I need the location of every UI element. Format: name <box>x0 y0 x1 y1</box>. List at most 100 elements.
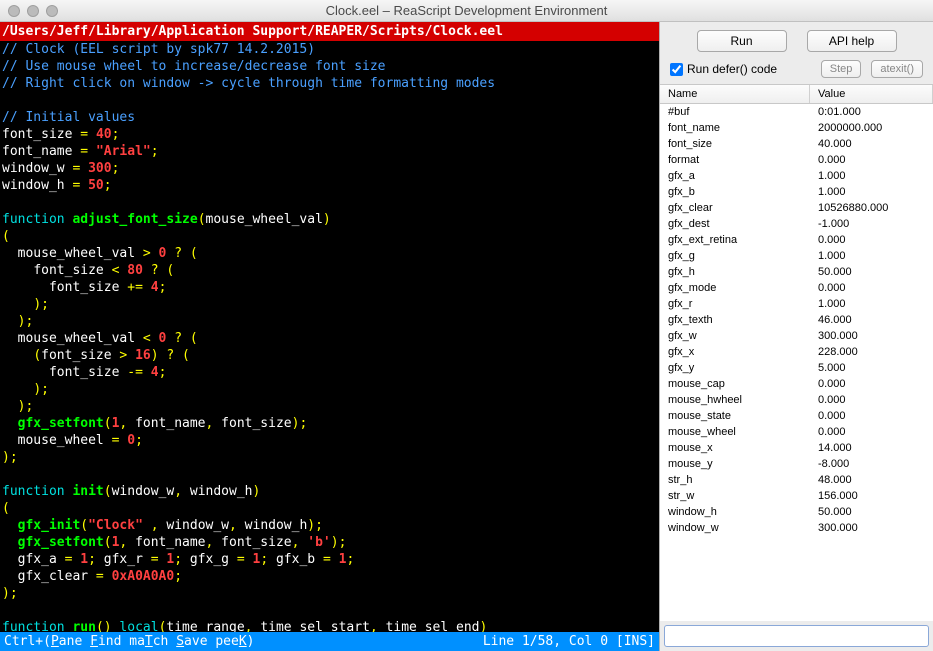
variable-row[interactable]: gfx_x228.000 <box>660 344 933 360</box>
var-name: font_size <box>660 136 810 152</box>
var-name: str_h <box>660 472 810 488</box>
var-value: 1.000 <box>810 168 933 184</box>
variable-row[interactable]: gfx_w300.000 <box>660 328 933 344</box>
titlebar: Clock.eel – ReaScript Development Enviro… <box>0 0 933 22</box>
var-name: gfx_y <box>660 360 810 376</box>
run-defer-input[interactable] <box>670 63 683 76</box>
variable-row[interactable]: font_name2000000.000 <box>660 120 933 136</box>
variable-body: #buf0:01.000font_name2000000.000font_siz… <box>660 104 933 536</box>
variable-row[interactable]: str_h48.000 <box>660 472 933 488</box>
var-name: gfx_r <box>660 296 810 312</box>
var-value: 228.000 <box>810 344 933 360</box>
var-name: gfx_w <box>660 328 810 344</box>
run-button[interactable]: Run <box>697 30 787 52</box>
var-value: 0.000 <box>810 392 933 408</box>
var-name: format <box>660 152 810 168</box>
var-value: 50.000 <box>810 504 933 520</box>
var-name: #buf <box>660 104 810 120</box>
variable-row[interactable]: gfx_y5.000 <box>660 360 933 376</box>
var-value: 0.000 <box>810 232 933 248</box>
var-value: 156.000 <box>810 488 933 504</box>
file-path: /Users/Jeff/Library/Application Support/… <box>0 22 659 41</box>
var-value: 0.000 <box>810 408 933 424</box>
variable-row[interactable]: gfx_dest-1.000 <box>660 216 933 232</box>
var-name: mouse_y <box>660 456 810 472</box>
var-name: mouse_state <box>660 408 810 424</box>
var-name: gfx_x <box>660 344 810 360</box>
var-name: gfx_b <box>660 184 810 200</box>
var-value: 50.000 <box>810 264 933 280</box>
command-input[interactable] <box>664 625 929 647</box>
variable-row[interactable]: mouse_cap0.000 <box>660 376 933 392</box>
var-name: gfx_a <box>660 168 810 184</box>
variable-row[interactable]: mouse_x14.000 <box>660 440 933 456</box>
var-name: gfx_clear <box>660 200 810 216</box>
var-value: 2000000.000 <box>810 120 933 136</box>
var-name: str_w <box>660 488 810 504</box>
run-defer-checkbox[interactable]: Run defer() code <box>670 62 811 76</box>
command-input-area <box>660 621 933 651</box>
var-value: 0.000 <box>810 152 933 168</box>
variable-row[interactable]: mouse_y-8.000 <box>660 456 933 472</box>
var-value: 0.000 <box>810 376 933 392</box>
var-value: 300.000 <box>810 520 933 536</box>
var-name: gfx_h <box>660 264 810 280</box>
variable-row[interactable]: gfx_g1.000 <box>660 248 933 264</box>
col-name-header[interactable]: Name <box>660 85 810 103</box>
var-name: gfx_dest <box>660 216 810 232</box>
var-value: 0:01.000 <box>810 104 933 120</box>
variable-row[interactable]: gfx_r1.000 <box>660 296 933 312</box>
variable-row[interactable]: window_w300.000 <box>660 520 933 536</box>
variable-table[interactable]: Name Value #buf0:01.000font_name2000000.… <box>660 84 933 621</box>
var-value: 46.000 <box>810 312 933 328</box>
variable-row[interactable]: font_size40.000 <box>660 136 933 152</box>
variable-row[interactable]: mouse_hwheel0.000 <box>660 392 933 408</box>
variable-row[interactable]: gfx_clear10526880.000 <box>660 200 933 216</box>
variable-row[interactable]: mouse_wheel0.000 <box>660 424 933 440</box>
var-value: 0.000 <box>810 280 933 296</box>
var-value: -1.000 <box>810 216 933 232</box>
var-value: -8.000 <box>810 456 933 472</box>
variable-row[interactable]: str_w156.000 <box>660 488 933 504</box>
var-name: mouse_wheel <box>660 424 810 440</box>
options-row: Run defer() code Step atexit() <box>660 58 933 84</box>
code-area[interactable]: // Clock (EEL script by spk77 14.2.2015)… <box>0 41 659 632</box>
variable-row[interactable]: gfx_mode0.000 <box>660 280 933 296</box>
var-value: 14.000 <box>810 440 933 456</box>
var-value: 300.000 <box>810 328 933 344</box>
close-icon[interactable] <box>8 5 20 17</box>
step-button[interactable]: Step <box>821 60 862 78</box>
var-name: mouse_x <box>660 440 810 456</box>
variable-row[interactable]: gfx_h50.000 <box>660 264 933 280</box>
var-value: 48.000 <box>810 472 933 488</box>
variable-row[interactable]: gfx_texth46.000 <box>660 312 933 328</box>
side-panel: Run API help Run defer() code Step atexi… <box>659 22 933 651</box>
variable-row[interactable]: gfx_ext_retina0.000 <box>660 232 933 248</box>
variable-row[interactable]: format0.000 <box>660 152 933 168</box>
var-name: font_name <box>660 120 810 136</box>
var-name: gfx_g <box>660 248 810 264</box>
status-position: Line 1/58, Col 0 [INS] <box>483 633 655 650</box>
variable-row[interactable]: window_h50.000 <box>660 504 933 520</box>
var-value: 5.000 <box>810 360 933 376</box>
variable-row[interactable]: gfx_a1.000 <box>660 168 933 184</box>
var-name: gfx_ext_retina <box>660 232 810 248</box>
code-editor[interactable]: /Users/Jeff/Library/Application Support/… <box>0 22 659 651</box>
variable-row[interactable]: mouse_state0.000 <box>660 408 933 424</box>
var-name: mouse_hwheel <box>660 392 810 408</box>
zoom-icon[interactable] <box>46 5 58 17</box>
atexit-button[interactable]: atexit() <box>871 60 923 78</box>
var-name: window_h <box>660 504 810 520</box>
api-help-button[interactable]: API help <box>807 30 897 52</box>
var-value: 1.000 <box>810 248 933 264</box>
var-value: 0.000 <box>810 424 933 440</box>
variable-row[interactable]: #buf0:01.000 <box>660 104 933 120</box>
var-name: window_w <box>660 520 810 536</box>
status-shortcuts: Ctrl+(Pane Find maTch Save peeK) <box>4 633 483 650</box>
main-split: /Users/Jeff/Library/Application Support/… <box>0 22 933 651</box>
variable-header: Name Value <box>660 85 933 104</box>
window-controls <box>8 5 58 17</box>
minimize-icon[interactable] <box>27 5 39 17</box>
variable-row[interactable]: gfx_b1.000 <box>660 184 933 200</box>
col-value-header[interactable]: Value <box>810 85 933 103</box>
